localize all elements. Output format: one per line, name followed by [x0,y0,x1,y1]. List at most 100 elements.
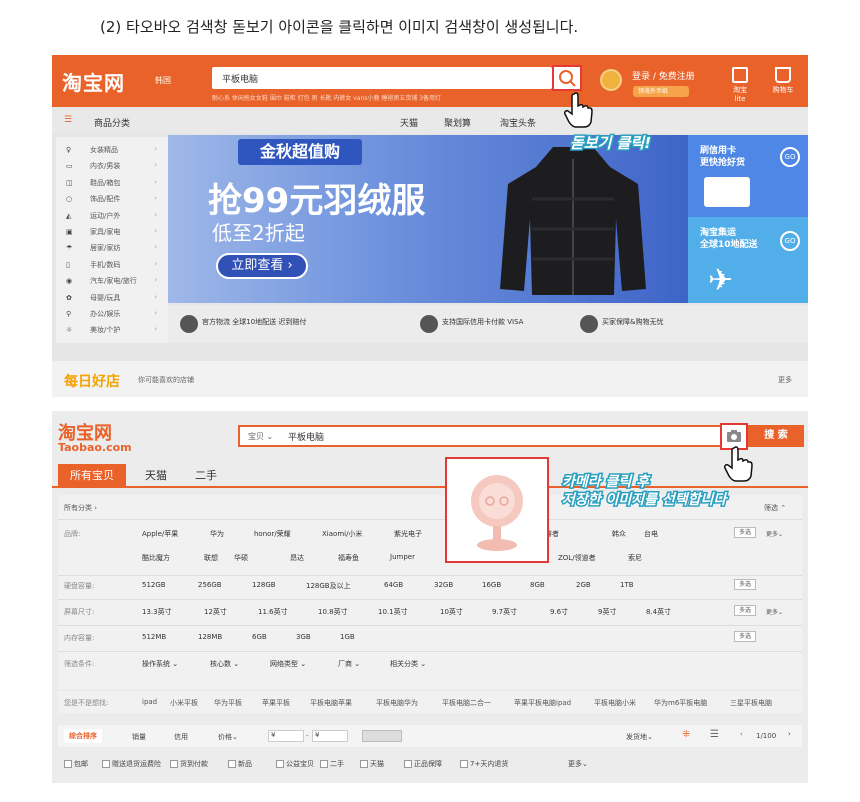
sidebar-item[interactable]: ◭ 运动/户外 › [66,211,161,221]
checks-more-button[interactable]: 更多⌄ [568,759,588,769]
checkbox[interactable] [404,760,412,768]
related-search-link[interactable]: ipad [142,698,157,706]
checkbox-filter[interactable]: 天猫 [360,759,384,769]
condition-dropdown[interactable]: 网络类型 ⌄ [270,659,306,669]
ram-option[interactable]: 1GB [340,633,355,641]
condition-dropdown[interactable]: 相关分类 ⌄ [390,659,426,669]
checkbox[interactable] [360,760,368,768]
storage-option[interactable]: 128GB及以上 [306,581,351,591]
next-page-icon[interactable]: › [788,730,791,738]
price-from-input[interactable]: ¥ [268,730,304,742]
screen-option[interactable]: 8.4英寸 [646,607,671,617]
checkbox-filter[interactable]: 二手 [320,759,344,769]
multi-select-button[interactable]: 多选 [734,605,756,616]
nav-link-tmall[interactable]: 天猫 [400,116,418,129]
sort-default[interactable]: 综合排序 [64,729,102,743]
more-button[interactable]: 更多⌄ [766,607,783,616]
search-input[interactable]: 平板电脑 [212,67,552,89]
checkbox[interactable] [320,760,328,768]
banner-cta-button[interactable]: 立即查看 › [216,253,308,279]
selected-image-preview[interactable] [445,457,549,563]
promo1-go-button[interactable]: GO [780,147,800,167]
brand-option[interactable]: 华为 [210,529,224,539]
sidebar-item[interactable]: ☂ 居家/家纺 › [66,243,161,253]
screen-option[interactable]: 10.8英寸 [318,607,348,617]
storage-option[interactable]: 1TB [620,581,634,589]
sort-credit[interactable]: 信用 [174,732,188,742]
storage-option[interactable]: 16GB [482,581,501,589]
screen-option[interactable]: 10.1英寸 [378,607,408,617]
ram-option[interactable]: 3GB [296,633,311,641]
search-input[interactable]: 宝贝 ⌄ 平板电脑 [238,425,724,447]
storage-option[interactable]: 32GB [434,581,453,589]
screen-option[interactable]: 12英寸 [204,607,227,617]
price-to-input[interactable]: ¥ [312,730,348,742]
condition-dropdown[interactable]: 操作系统 ⌄ [142,659,178,669]
checkbox-filter[interactable]: 货到付款 [170,759,208,769]
related-search-link[interactable]: 平板电脑苹果 [310,698,352,708]
related-search-link[interactable]: 华为平板 [214,698,242,708]
more-button[interactable]: 更多⌄ [766,529,783,538]
brand-option[interactable]: 索尼 [628,553,642,563]
storage-option[interactable]: 8GB [530,581,545,589]
brand-option[interactable]: Xiaomi/小米 [322,529,362,539]
ram-option[interactable]: 512MB [142,633,166,641]
qr-code-button[interactable]: 淘宝lite [728,67,752,103]
checkbox-filter[interactable]: 7+天内退货 [460,759,508,769]
related-search-link[interactable]: 三星平板电脑 [730,698,772,708]
sidebar-item[interactable]: ✿ 母婴/玩具 › [66,293,161,303]
related-search-link[interactable]: 苹果平板电脑ipad [514,698,571,708]
related-search-link[interactable]: 平板电脑小米 [594,698,636,708]
storage-option[interactable]: 2GB [576,581,591,589]
search-magnifier-button[interactable] [552,65,582,91]
brand-option[interactable]: 韩众 [612,529,626,539]
checkbox-filter[interactable]: 公益宝贝 [276,759,314,769]
checkbox[interactable] [460,760,468,768]
brand-option[interactable]: Jumper [390,553,415,561]
screen-option[interactable]: 13.3英寸 [142,607,172,617]
filter-toggle[interactable]: 筛选 ⌃ [764,503,786,513]
sidebar-item[interactable]: ⚲ 办公/娱乐 › [66,309,161,319]
related-search-link[interactable]: 苹果平板 [262,698,290,708]
brand-option[interactable]: ZOL/领道者 [558,553,596,563]
tab-secondhand[interactable]: 二手 [186,464,226,488]
main-banner[interactable]: 金秋超值购 抢99元羽绒服 低至2折起 立即查看 › [168,135,688,303]
list-view-icon[interactable]: ☰ [710,729,719,740]
sidebar-item[interactable]: ▭ 内衣/男装 › [66,161,161,171]
nav-link-toutiao[interactable]: 淘宝头条 [500,116,536,129]
sidebar-item[interactable]: ▣ 家具/家电 › [66,227,161,237]
brand-option[interactable]: 紫光电子 [394,529,422,539]
checkbox[interactable] [170,760,178,768]
taobao-logo[interactable]: 淘宝网 [62,67,125,96]
related-search-link[interactable]: 小米平板 [170,698,198,708]
multi-select-button[interactable]: 多选 [734,579,756,590]
promo2-go-button[interactable]: GO [780,231,800,251]
brand-option[interactable]: Apple/苹果 [142,529,178,539]
related-search-link[interactable]: 平板电脑二合一 [442,698,491,708]
brand-option[interactable]: 台电 [644,529,658,539]
ship-from-select[interactable]: 发货地⌄ [626,732,653,742]
screen-option[interactable]: 9.7英寸 [492,607,517,617]
related-search-link[interactable]: 平板电脑华为 [376,698,418,708]
screen-option[interactable]: 11.6英寸 [258,607,288,617]
search-button[interactable]: 搜 索 [748,425,804,447]
tab-tmall[interactable]: 天猫 [136,464,176,488]
checkbox-filter[interactable]: 赠送退货运费险 [102,759,161,769]
sidebar-item[interactable]: ☼ 美妆/个护 › [66,325,161,335]
cart-button[interactable]: 购物车 [768,67,798,103]
sidebar-item[interactable]: ◫ 鞋品/箱包 › [66,178,161,188]
checkbox[interactable] [228,760,236,768]
tab-all[interactable]: 所有宝贝 [58,464,126,488]
search-scope-select[interactable]: 宝贝 ⌄ [248,431,273,442]
brand-option[interactable]: honor/荣耀 [254,529,291,539]
price-range-chart-icon[interactable] [362,730,402,742]
checkbox-filter[interactable]: 新品 [228,759,252,769]
ram-option[interactable]: 128MB [198,633,222,641]
ram-option[interactable]: 6GB [252,633,267,641]
related-search-link[interactable]: 华为m6平板电脑 [654,698,707,708]
sidebar-item[interactable]: ◉ 汽车/家电/旅行 › [66,276,161,286]
brand-option[interactable]: 联想 [204,553,218,563]
category-title[interactable]: 商品分类 [94,116,130,129]
promo-credit-card[interactable]: 刷信用卡 更快抢好货 GO [688,135,808,217]
brand-option[interactable]: 福寿鱼 [338,553,359,563]
